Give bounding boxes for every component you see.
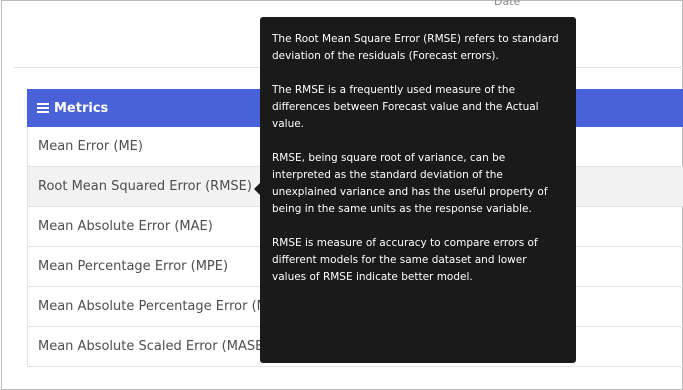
tooltip-paragraph: RMSE, being square root of variance, can… bbox=[272, 152, 548, 215]
metric-item-label: Mean Absolute Error (MAE) bbox=[38, 219, 213, 234]
metric-item-label: Mean Absolute Scaled Error (MASE) bbox=[38, 339, 269, 354]
menu-icon bbox=[37, 101, 49, 115]
tooltip-paragraph: The Root Mean Square Error (RMSE) refers… bbox=[272, 33, 559, 62]
axis-label-fragment: Date bbox=[494, 0, 521, 8]
metric-item-label: Mean Absolute Percentage Error (MAPE) bbox=[38, 299, 298, 314]
metric-item-label: Root Mean Squared Error (RMSE) bbox=[38, 179, 252, 194]
tooltip-paragraph: The RMSE is a frequently used measure of… bbox=[272, 84, 539, 130]
window-frame: Date Metrics Mean Error (ME) Root Mean S… bbox=[1, 0, 683, 390]
metric-item-label: Mean Percentage Error (MPE) bbox=[38, 259, 229, 274]
metrics-header-title: Metrics bbox=[54, 100, 109, 116]
tooltip-paragraph: RMSE is measure of accuracy to compare e… bbox=[272, 237, 538, 283]
rmse-tooltip: The Root Mean Square Error (RMSE) refers… bbox=[260, 17, 576, 363]
metric-item-label: Mean Error (ME) bbox=[38, 139, 143, 154]
